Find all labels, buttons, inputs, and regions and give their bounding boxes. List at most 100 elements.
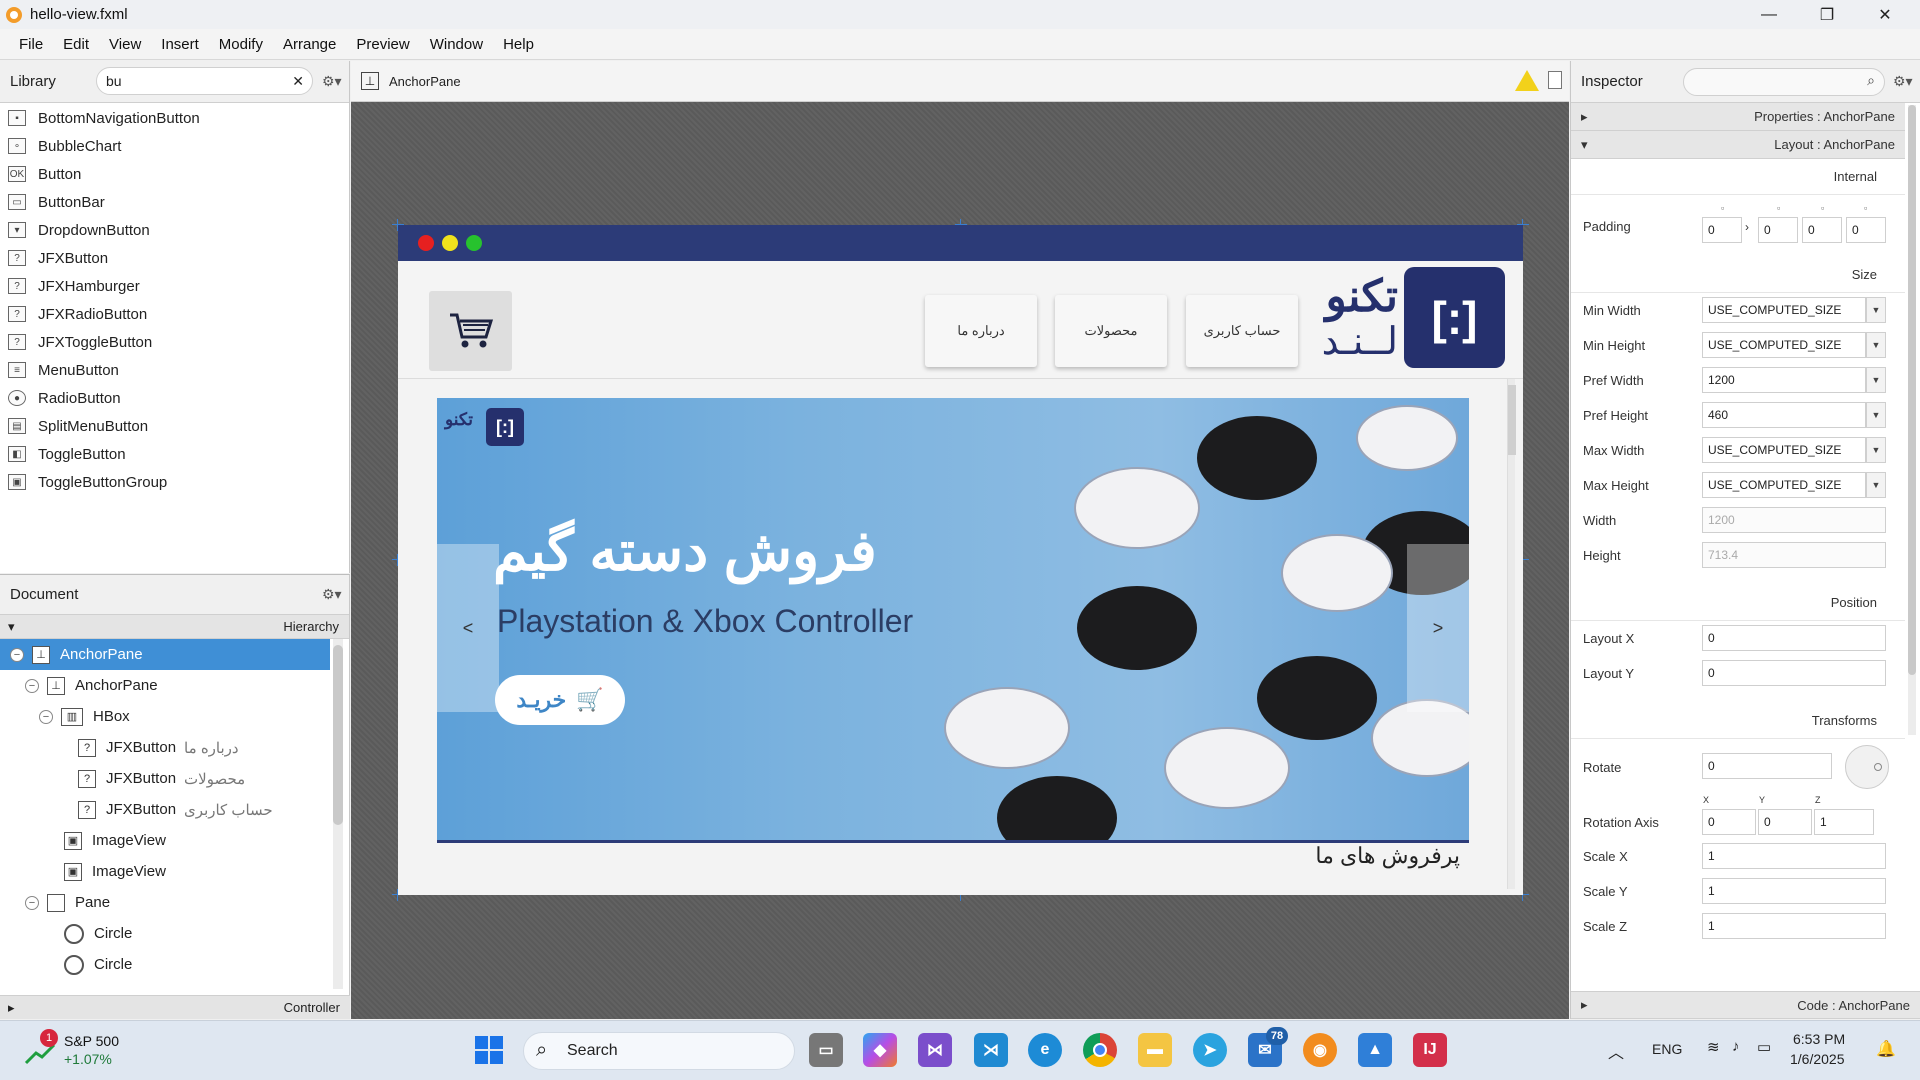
stock-widget[interactable]: 1 S&P 500 +1.07% <box>24 1029 164 1071</box>
padding-left-field[interactable]: 0 <box>1846 217 1886 243</box>
max-height-field[interactable]: USE_COMPUTED_SIZE <box>1702 472 1866 498</box>
battery-icon[interactable]: ▭ <box>1757 1038 1771 1056</box>
collapse-icon[interactable]: − <box>10 647 24 662</box>
inspector-search-input[interactable]: ⌕ <box>1683 68 1885 96</box>
rotation-axis-x-field[interactable]: 0 <box>1702 809 1756 835</box>
dropdown-arrow-icon[interactable]: ▼ <box>1866 402 1886 428</box>
red-dot[interactable] <box>418 235 434 251</box>
green-dot[interactable] <box>466 235 482 251</box>
collapse-icon[interactable]: − <box>39 709 53 724</box>
library-item[interactable]: ▭ ButtonBar <box>0 188 349 216</box>
scale-z-field[interactable]: 1 <box>1702 913 1886 939</box>
clock-date[interactable]: 1/6/2025 <box>1790 1051 1845 1067</box>
dropdown-arrow-icon[interactable]: ▼ <box>1866 367 1886 393</box>
photos-icon[interactable]: ▲ <box>1358 1033 1392 1067</box>
document-gear-icon[interactable]: ⚙▾ <box>322 586 342 603</box>
task-view-icon[interactable]: ▭ <box>809 1033 843 1067</box>
scale-x-field[interactable]: 1 <box>1702 843 1886 869</box>
telegram-icon[interactable]: ➤ <box>1193 1033 1227 1067</box>
account-button[interactable]: حساب کاربری <box>1186 295 1298 367</box>
library-item[interactable]: ◧ ToggleButton <box>0 440 349 468</box>
dropdown-arrow-icon[interactable]: ▼ <box>1866 297 1886 323</box>
min-height-field[interactable]: USE_COMPUTED_SIZE <box>1702 332 1866 358</box>
about-us-button[interactable]: درباره ما <box>925 295 1037 367</box>
clear-search-icon[interactable]: ✕ <box>292 68 304 94</box>
library-item[interactable]: ≡ MenuButton <box>0 356 349 384</box>
min-width-field[interactable]: USE_COMPUTED_SIZE <box>1702 297 1866 323</box>
clock-time[interactable]: 6:53 PM <box>1793 1031 1845 1047</box>
layout-section[interactable]: ▾ Layout : AnchorPane <box>1571 131 1905 159</box>
prev-arrow-button[interactable]: < <box>437 544 499 712</box>
library-item[interactable]: ▤ SplitMenuButton <box>0 412 349 440</box>
library-item[interactable]: ? JFXRadioButton <box>0 300 349 328</box>
copilot-icon[interactable]: ◆ <box>863 1033 897 1067</box>
code-section[interactable]: ▸ Code : AnchorPane <box>1571 991 1920 1019</box>
buy-button[interactable]: خریـد 🛒 <box>495 675 625 725</box>
padding-top-field[interactable]: 0 <box>1702 217 1742 243</box>
tree-row[interactable]: ? JFXButton حساب کاربری <box>0 794 349 825</box>
hierarchy-scrollbar[interactable] <box>333 639 343 989</box>
warning-icon[interactable] <box>1515 70 1539 91</box>
file-explorer-icon[interactable]: ▬ <box>1138 1033 1172 1067</box>
dropdown-arrow-icon[interactable]: ▼ <box>1866 472 1886 498</box>
chrome-icon[interactable] <box>1083 1033 1117 1067</box>
library-item[interactable]: ▣ ToggleButtonGroup <box>0 468 349 496</box>
menu-file[interactable]: File <box>19 36 43 53</box>
menu-arrange[interactable]: Arrange <box>283 36 336 53</box>
library-item[interactable]: ? JFXToggleButton <box>0 328 349 356</box>
rotation-axis-z-field[interactable]: 1 <box>1814 809 1874 835</box>
max-width-field[interactable]: USE_COMPUTED_SIZE <box>1702 437 1866 463</box>
tree-row[interactable]: ▣ ImageView <box>0 825 349 856</box>
next-arrow-button[interactable]: > <box>1407 544 1469 712</box>
library-item[interactable]: ● RadioButton <box>0 384 349 412</box>
properties-section[interactable]: ▸ Properties : AnchorPane <box>1571 103 1905 131</box>
menu-help[interactable]: Help <box>503 36 534 53</box>
library-item[interactable]: ∘ BubbleChart <box>0 132 349 160</box>
minimize-button[interactable]: — <box>1740 0 1798 29</box>
language-indicator[interactable]: ENG <box>1652 1041 1682 1057</box>
layout-x-field[interactable]: 0 <box>1702 625 1886 651</box>
mail-icon[interactable]: ✉ 78 <box>1248 1027 1288 1067</box>
library-item[interactable]: ▾ DropdownButton <box>0 216 349 244</box>
volume-icon[interactable]: ♪ <box>1732 1038 1740 1055</box>
visual-studio-icon[interactable]: ⋈ <box>918 1033 952 1067</box>
library-item[interactable]: ? JFXHamburger <box>0 272 349 300</box>
layout-y-field[interactable]: 0 <box>1702 660 1886 686</box>
padding-bottom-field[interactable]: 0 <box>1802 217 1842 243</box>
menu-modify[interactable]: Modify <box>219 36 263 53</box>
document-icon[interactable] <box>1548 71 1562 89</box>
tree-row[interactable]: ? JFXButton محصولات <box>0 763 349 794</box>
scene-builder-taskbar-icon[interactable]: ◉ <box>1303 1033 1337 1067</box>
taskbar-search[interactable]: ⌕ Search <box>523 1032 795 1070</box>
tree-row[interactable]: Circle <box>0 918 349 949</box>
wifi-icon[interactable]: ≋ <box>1707 1038 1720 1056</box>
dropdown-arrow-icon[interactable]: ▼ <box>1866 437 1886 463</box>
rotate-field[interactable]: 0 <box>1702 753 1832 779</box>
inspector-scrollbar[interactable] <box>1908 105 1916 735</box>
rotate-dial[interactable] <box>1845 745 1889 789</box>
tree-row[interactable]: − Pane <box>0 887 349 918</box>
library-gear-icon[interactable]: ⚙▾ <box>322 73 342 90</box>
intellij-icon[interactable]: IJ <box>1413 1033 1447 1067</box>
edge-icon[interactable]: e <box>1028 1033 1062 1067</box>
close-button[interactable]: ✕ <box>1856 0 1914 29</box>
controller-section[interactable]: ▸ Controller <box>0 995 350 1019</box>
vscode-icon[interactable]: ⋊ <box>974 1033 1008 1067</box>
tree-row[interactable]: ▣ ImageView <box>0 856 349 887</box>
library-item[interactable]: ? JFXButton <box>0 244 349 272</box>
hierarchy-section[interactable]: ▾ Hierarchy <box>0 615 349 639</box>
content-canvas[interactable]: ⊥ AnchorPane درباره ما محصولات حساب کارب… <box>351 61 1569 1019</box>
designed-app-preview[interactable]: درباره ما محصولات حساب کاربری تکنو لــنـ… <box>398 225 1523 895</box>
collapse-icon[interactable]: − <box>25 895 39 910</box>
scale-y-field[interactable]: 1 <box>1702 878 1886 904</box>
notification-bell-icon[interactable]: 🔔 <box>1876 1039 1896 1059</box>
pref-width-field[interactable]: 1200 <box>1702 367 1866 393</box>
tree-row[interactable]: − ⊥ AnchorPane <box>0 639 330 670</box>
tree-row[interactable]: − ▥ HBox <box>0 701 349 732</box>
chevron-up-icon[interactable]: ︿ <box>1608 1039 1624 1063</box>
tree-row[interactable]: ? JFXButton درباره ما <box>0 732 349 763</box>
tree-row[interactable]: − ⊥ AnchorPane <box>0 670 349 701</box>
pref-height-field[interactable]: 460 <box>1702 402 1866 428</box>
menu-edit[interactable]: Edit <box>63 36 89 53</box>
chevron-right-icon[interactable]: › <box>1745 220 1749 234</box>
